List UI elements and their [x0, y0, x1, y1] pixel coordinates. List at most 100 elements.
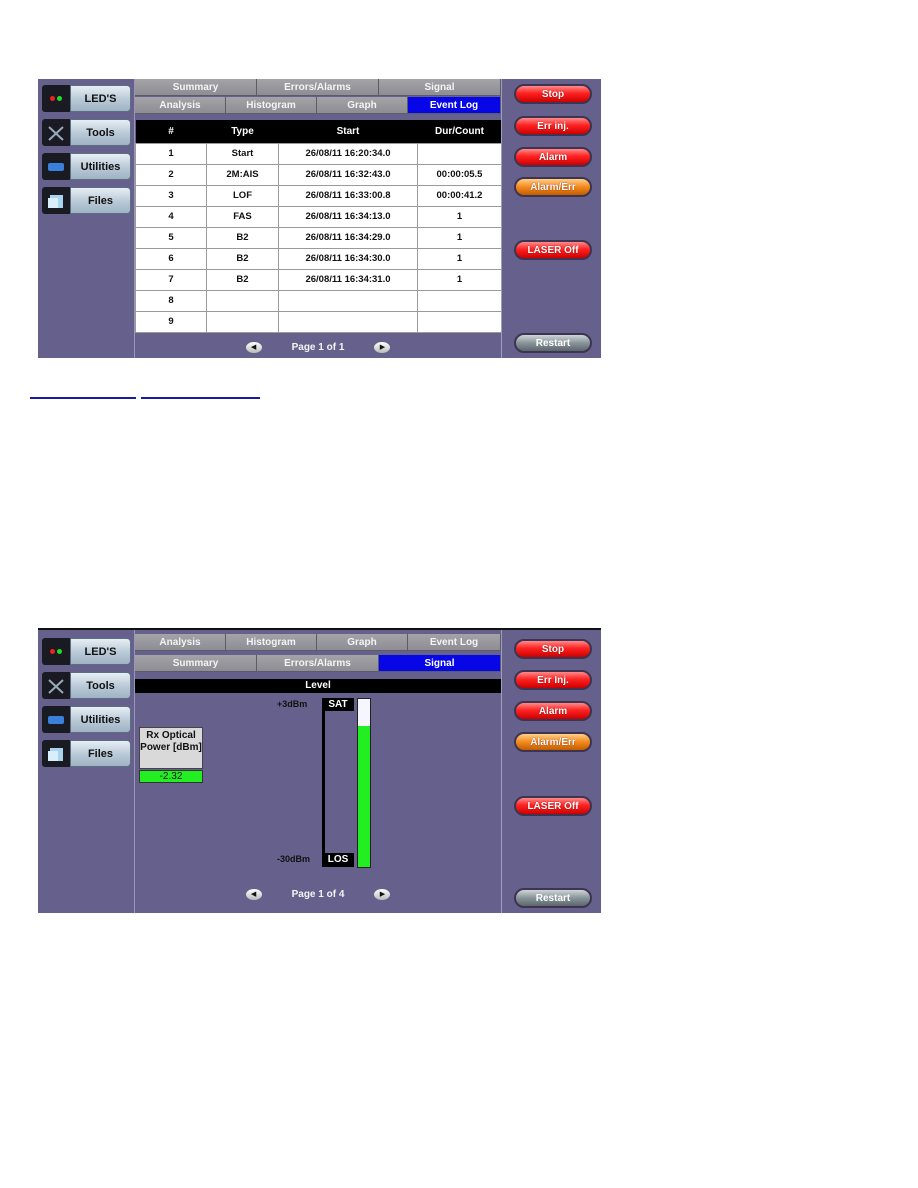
table-header-row: # Type Start Dur/Count	[135, 120, 502, 143]
cell-number: 3	[135, 184, 207, 207]
nav-files-button[interactable]: Files	[42, 740, 131, 767]
tab-histogram[interactable]: Histogram	[226, 634, 317, 651]
tab-errors-alarms[interactable]: Errors/Alarms	[257, 655, 379, 672]
laser-off-button[interactable]: LASER Off	[514, 796, 592, 816]
cell-type: B2	[206, 226, 279, 249]
right-action-panel: Stop Err inj. Alarm Alarm/Err LASER Off …	[501, 79, 601, 358]
tab-graph[interactable]: Graph	[317, 634, 408, 651]
tab-summary[interactable]: Summary	[135, 655, 257, 672]
nav-files-button[interactable]: Files	[42, 187, 131, 214]
main-content: Summary Errors/Alarms Signal Analysis Hi…	[135, 79, 502, 358]
event-log-table: # Type Start Dur/Count 1 Start 26/08/11 16…	[135, 120, 502, 333]
cell-type: 2M:AIS	[206, 163, 279, 186]
cell-start: 26/08/11 16:34:13.0	[278, 205, 418, 228]
cell-start	[278, 310, 418, 333]
cell-start: 26/08/11 16:34:30.0	[278, 247, 418, 270]
err-inj-button[interactable]: Err Inj.	[514, 670, 592, 690]
cell-start: 26/08/11 16:20:34.0	[278, 142, 418, 165]
pagination: ◀ Page 1 of 4 ▶	[135, 883, 501, 905]
cell-number: 7	[135, 268, 207, 291]
cell-start: 26/08/11 16:34:29.0	[278, 226, 418, 249]
cell-dur-count: 1	[417, 268, 502, 291]
cell-dur-count: 1	[417, 226, 502, 249]
main-content: Analysis Histogram Graph Event Log Summa…	[135, 630, 501, 913]
table-row[interactable]: 9	[135, 310, 502, 333]
pagination: ◀ Page 1 of 1 ▶	[135, 336, 501, 358]
nav-utilities-button[interactable]: Utilities	[42, 153, 131, 180]
restart-button[interactable]: Restart	[514, 333, 592, 353]
cell-type: FAS	[206, 205, 279, 228]
tab-graph[interactable]: Graph	[317, 97, 408, 114]
nav-leds-button[interactable]: LED'S	[42, 638, 131, 665]
files-icon	[42, 740, 70, 767]
stop-button[interactable]: Stop	[514, 84, 592, 104]
next-page-button[interactable]: ▶	[374, 341, 391, 353]
cell-number: 6	[135, 247, 207, 270]
tab-row-2: Analysis Histogram Graph Event Log	[135, 97, 501, 114]
tab-event-log[interactable]: Event Log	[408, 97, 501, 114]
alarm-button[interactable]: Alarm	[514, 147, 592, 167]
err-inj-button[interactable]: Err inj.	[514, 116, 592, 136]
table-row[interactable]: 2 2M:AIS 26/08/11 16:32:43.0 00:00:05.5	[135, 163, 502, 186]
cell-start	[278, 289, 418, 312]
cell-type	[206, 310, 279, 333]
tab-row-1: Summary Errors/Alarms Signal	[135, 79, 501, 96]
col-header-dur-count: Dur/Count	[417, 120, 502, 143]
tab-row-1: Analysis Histogram Graph Event Log	[135, 634, 501, 651]
page-indicator: Page 1 of 4	[291, 888, 345, 900]
cell-type: B2	[206, 268, 279, 291]
table-row[interactable]: 6 B2 26/08/11 16:34:30.0 1	[135, 247, 502, 270]
nav-tools-button[interactable]: Tools	[42, 672, 131, 699]
tab-event-log[interactable]: Event Log	[408, 634, 501, 651]
prev-page-button[interactable]: ◀	[245, 888, 262, 900]
nav-tools-button[interactable]: Tools	[42, 119, 131, 146]
tab-errors-alarms[interactable]: Errors/Alarms	[257, 79, 379, 96]
col-header-start: Start	[278, 120, 418, 143]
stop-button[interactable]: Stop	[514, 639, 592, 659]
alarm-button[interactable]: Alarm	[514, 701, 592, 721]
tools-icon	[42, 672, 70, 699]
cell-dur-count: 00:00:05.5	[417, 163, 502, 186]
col-header-number: #	[135, 120, 207, 143]
table-row[interactable]: 5 B2 26/08/11 16:34:29.0 1	[135, 226, 502, 249]
link-2[interactable]	[141, 397, 260, 399]
tab-summary[interactable]: Summary	[135, 79, 257, 96]
prev-page-button[interactable]: ◀	[245, 341, 262, 353]
tab-histogram[interactable]: Histogram	[226, 97, 317, 114]
files-icon	[42, 187, 70, 214]
cell-type: B2	[206, 247, 279, 270]
left-nav-panel: LED'S Tools Utilities Files	[38, 630, 135, 913]
left-nav-panel: LED'S Tools Utilities Files	[38, 79, 135, 358]
cell-dur-count	[417, 310, 502, 333]
right-action-panel: Stop Err Inj. Alarm Alarm/Err LASER Off …	[501, 630, 601, 913]
tab-analysis[interactable]: Analysis	[135, 97, 226, 114]
table-row[interactable]: 7 B2 26/08/11 16:34:31.0 1	[135, 268, 502, 291]
table-row[interactable]: 4 FAS 26/08/11 16:34:13.0 1	[135, 205, 502, 228]
cell-start: 26/08/11 16:32:43.0	[278, 163, 418, 186]
cell-number: 2	[135, 163, 207, 186]
cell-number: 8	[135, 289, 207, 312]
power-level-meter	[357, 698, 371, 868]
cell-dur-count	[417, 289, 502, 312]
link-1[interactable]	[30, 397, 136, 399]
laser-off-button[interactable]: LASER Off	[514, 240, 592, 260]
utilities-icon	[42, 706, 70, 733]
nav-utilities-button[interactable]: Utilities	[42, 706, 131, 733]
table-row[interactable]: 1 Start 26/08/11 16:20:34.0	[135, 142, 502, 165]
alarm-err-button[interactable]: Alarm/Err	[514, 732, 592, 752]
tab-row-2: Summary Errors/Alarms Signal	[135, 655, 501, 672]
cell-dur-count	[417, 142, 502, 165]
scale-max-label: +3dBm	[277, 699, 308, 709]
table-row[interactable]: 3 LOF 26/08/11 16:33:00.8 00:00:41.2	[135, 184, 502, 207]
restart-button[interactable]: Restart	[514, 888, 592, 908]
tab-signal[interactable]: Signal	[379, 79, 501, 96]
alarm-err-button[interactable]: Alarm/Err	[514, 177, 592, 197]
table-row[interactable]: 8	[135, 289, 502, 312]
tab-analysis[interactable]: Analysis	[135, 634, 226, 651]
next-page-button[interactable]: ▶	[374, 888, 391, 900]
event-log-screen: LED'S Tools Utilities Files Summary Erro…	[38, 79, 601, 358]
nav-leds-button[interactable]: LED'S	[42, 85, 131, 112]
page-indicator: Page 1 of 1	[291, 341, 345, 353]
cell-dur-count: 00:00:41.2	[417, 184, 502, 207]
tab-signal[interactable]: Signal	[379, 655, 501, 672]
